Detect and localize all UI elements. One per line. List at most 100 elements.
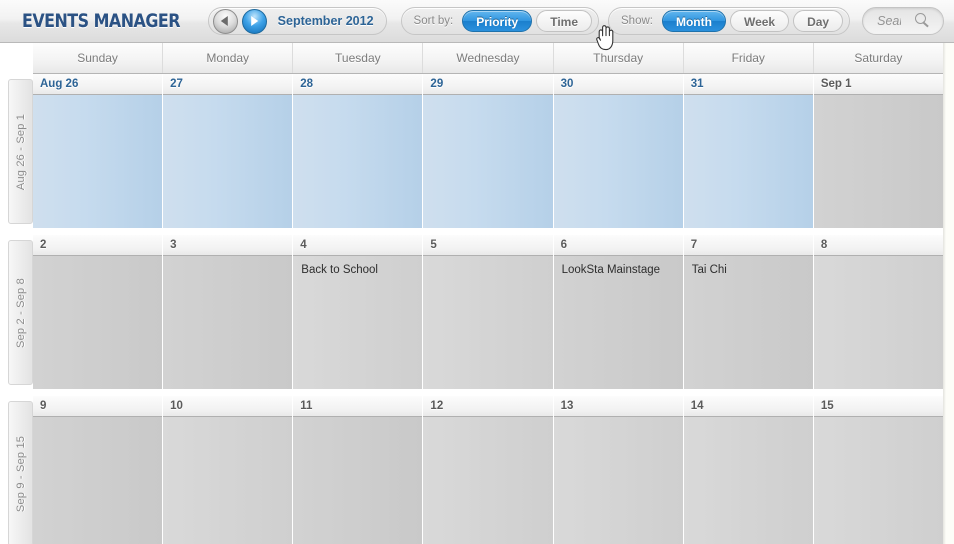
day-cell[interactable]: 4 Back to School bbox=[293, 235, 424, 389]
show-label: Show: bbox=[621, 15, 653, 27]
day-cell[interactable]: 7 Tai Chi bbox=[683, 235, 814, 389]
day-cell[interactable]: Aug 26 bbox=[33, 74, 164, 228]
day-events[interactable] bbox=[33, 417, 163, 544]
day-events[interactable] bbox=[813, 256, 943, 389]
dow-saturday: Saturday bbox=[854, 51, 903, 65]
dow-thursday: Thursday bbox=[554, 43, 684, 73]
day-number: 15 bbox=[813, 396, 943, 417]
day-events[interactable] bbox=[683, 95, 813, 228]
day-events[interactable] bbox=[423, 256, 553, 389]
day-events[interactable] bbox=[813, 417, 943, 544]
show-group: Show: Month Week Day bbox=[608, 7, 851, 35]
week-days: 2 3 4 Back to School 5 6 LookSta Mainstage 7 Tai… bbox=[33, 235, 943, 389]
toolbar: EVENTS MANAGER September 2012 Sort by: P… bbox=[0, 0, 954, 43]
events-manager-app: EVENTS MANAGER September 2012 Sort by: P… bbox=[0, 0, 954, 544]
day-cell[interactable]: 15 bbox=[813, 396, 943, 544]
right-edge-shadow bbox=[943, 43, 946, 544]
day-number: 7 bbox=[683, 235, 813, 256]
calendar-week-row: Sep 9 - Sep 15 9 10 11 12 13 14 15 bbox=[0, 396, 943, 544]
day-number: 14 bbox=[683, 396, 813, 417]
day-number: 29 bbox=[423, 74, 553, 95]
day-cell[interactable]: 12 bbox=[423, 396, 554, 544]
day-events[interactable] bbox=[293, 417, 423, 544]
day-cell[interactable]: 28 bbox=[293, 74, 424, 228]
show-month-button[interactable]: Month bbox=[661, 10, 726, 32]
day-number: 11 bbox=[293, 396, 423, 417]
day-events[interactable]: Back to School bbox=[293, 256, 423, 389]
day-cell[interactable]: 31 bbox=[683, 74, 814, 228]
day-number: 27 bbox=[163, 74, 293, 95]
dow-sunday: Sunday bbox=[33, 43, 164, 73]
day-events[interactable] bbox=[33, 256, 163, 389]
sort-priority-button[interactable]: Priority bbox=[462, 10, 533, 32]
day-events[interactable] bbox=[293, 95, 423, 228]
day-events[interactable] bbox=[423, 417, 553, 544]
sort-time-button[interactable]: Time bbox=[536, 10, 592, 32]
day-number: 9 bbox=[33, 396, 163, 417]
next-month-button[interactable] bbox=[241, 8, 267, 34]
week-range-text: Aug 26 - Sep 1 bbox=[14, 113, 27, 190]
day-events[interactable]: LookSta Mainstage bbox=[553, 256, 683, 389]
day-events[interactable] bbox=[163, 417, 293, 544]
day-number: 8 bbox=[813, 235, 943, 256]
day-cell[interactable]: 13 bbox=[553, 396, 684, 544]
day-cell[interactable]: 10 bbox=[163, 396, 294, 544]
day-events[interactable] bbox=[423, 95, 553, 228]
dow-wednesday: Wednesday bbox=[423, 43, 554, 73]
week-range-label: Sep 2 - Sep 8 bbox=[8, 240, 33, 385]
event-item[interactable]: Tai Chi bbox=[692, 263, 805, 277]
day-number: Aug 26 bbox=[33, 74, 163, 95]
calendar-grid: Sunday Monday Tuesday Wednesday Thursday… bbox=[0, 43, 943, 544]
day-number: 6 bbox=[553, 235, 683, 256]
day-cell[interactable]: 8 bbox=[813, 235, 943, 389]
day-cell[interactable]: 29 bbox=[423, 74, 554, 228]
day-events[interactable] bbox=[163, 256, 293, 389]
week-range-text: Sep 9 - Sep 15 bbox=[14, 435, 27, 512]
search-icon[interactable] bbox=[911, 11, 937, 31]
day-events[interactable] bbox=[553, 95, 683, 228]
day-events[interactable] bbox=[33, 95, 163, 228]
day-cell[interactable]: 27 bbox=[163, 74, 294, 228]
day-number: 3 bbox=[163, 235, 293, 256]
day-number: Sep 1 bbox=[813, 74, 943, 95]
prev-month-button[interactable] bbox=[212, 8, 238, 34]
event-item[interactable]: LookSta Mainstage bbox=[562, 263, 675, 277]
sort-by-group: Sort by: Priority Time bbox=[400, 7, 599, 35]
show-week-button[interactable]: Week bbox=[729, 10, 790, 32]
week-days: Aug 26 27 28 29 30 31 Sep 1 bbox=[33, 74, 943, 228]
week-row-gap bbox=[33, 228, 943, 235]
day-cell[interactable]: 3 bbox=[163, 235, 294, 389]
day-number: 31 bbox=[683, 74, 813, 95]
search-input[interactable] bbox=[863, 14, 911, 28]
sort-by-label: Sort by: bbox=[413, 15, 454, 27]
day-cell[interactable]: 2 bbox=[33, 235, 164, 389]
day-events[interactable] bbox=[553, 417, 683, 544]
day-events[interactable] bbox=[813, 95, 943, 228]
day-cell[interactable]: 30 bbox=[553, 74, 684, 228]
day-number: 12 bbox=[423, 396, 553, 417]
day-cell[interactable]: 5 bbox=[423, 235, 554, 389]
day-number: 2 bbox=[33, 235, 163, 256]
week-range-label: Sep 9 - Sep 15 bbox=[8, 401, 33, 544]
day-events[interactable]: Tai Chi bbox=[683, 256, 813, 389]
day-cell[interactable]: Sep 1 bbox=[813, 74, 943, 228]
week-range-label: Aug 26 - Sep 1 bbox=[8, 79, 33, 224]
day-cell[interactable]: 14 bbox=[683, 396, 814, 544]
show-day-button[interactable]: Day bbox=[793, 10, 844, 32]
week-row-gap bbox=[33, 389, 943, 396]
day-cell[interactable]: 11 bbox=[293, 396, 424, 544]
day-number: 30 bbox=[553, 74, 683, 95]
event-item[interactable]: Back to School bbox=[301, 263, 414, 277]
app-logo: EVENTS MANAGER bbox=[22, 10, 180, 32]
day-cell[interactable]: 6 LookSta Mainstage bbox=[553, 235, 684, 389]
day-number: 5 bbox=[423, 235, 553, 256]
day-number: 13 bbox=[553, 396, 683, 417]
day-cell[interactable]: 9 bbox=[33, 396, 164, 544]
current-month-label: September 2012 bbox=[277, 14, 374, 28]
day-events[interactable] bbox=[683, 417, 813, 544]
week-range-text: Sep 2 - Sep 8 bbox=[14, 277, 27, 348]
day-events[interactable] bbox=[163, 95, 293, 228]
search-box[interactable] bbox=[862, 7, 944, 35]
month-nav-group: September 2012 bbox=[207, 7, 387, 35]
dow-monday: Monday bbox=[163, 43, 294, 73]
